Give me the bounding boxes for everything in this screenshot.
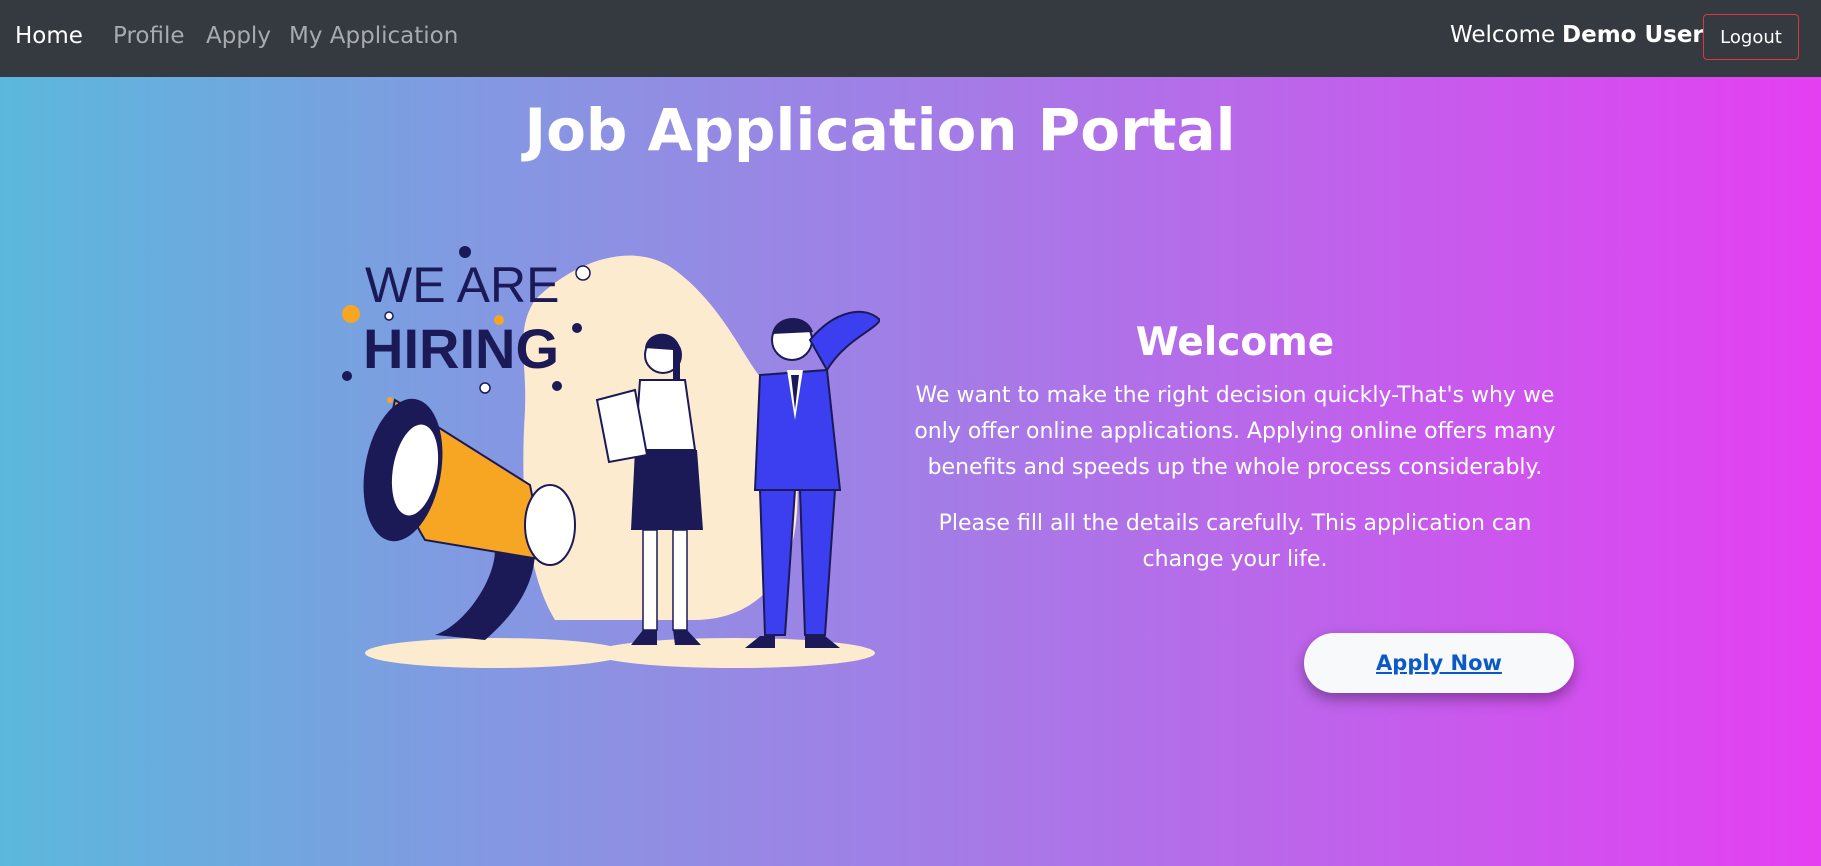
logout-button[interactable]: Logout — [1703, 14, 1799, 60]
hiring-illustration: WE ARE HIRING — [342, 246, 880, 668]
nav-home-link[interactable]: Home — [15, 23, 83, 49]
welcome-label: Welcome — [1450, 22, 1556, 48]
user-name: Demo User — [1562, 22, 1704, 48]
nav-my-application-link[interactable]: My Application — [289, 23, 458, 49]
hiring-text: HIRING — [363, 317, 559, 380]
we-are-text: WE ARE — [365, 257, 559, 313]
apply-now-link[interactable]: Apply Now — [1376, 651, 1502, 675]
nav-apply-link[interactable]: Apply — [206, 23, 271, 49]
intro-paragraph: We want to make the right decision quick… — [914, 383, 1556, 480]
navbar: Home Profile Apply My Application Welcom… — [0, 0, 1821, 77]
instructions-paragraph: Please fill all the details carefully. T… — [938, 511, 1532, 572]
apply-now-button[interactable]: Apply Now — [1304, 633, 1574, 693]
nav-profile-link[interactable]: Profile — [113, 23, 185, 49]
page-title: Job Application Portal — [524, 96, 1236, 164]
welcome-heading: Welcome — [1135, 320, 1335, 365]
